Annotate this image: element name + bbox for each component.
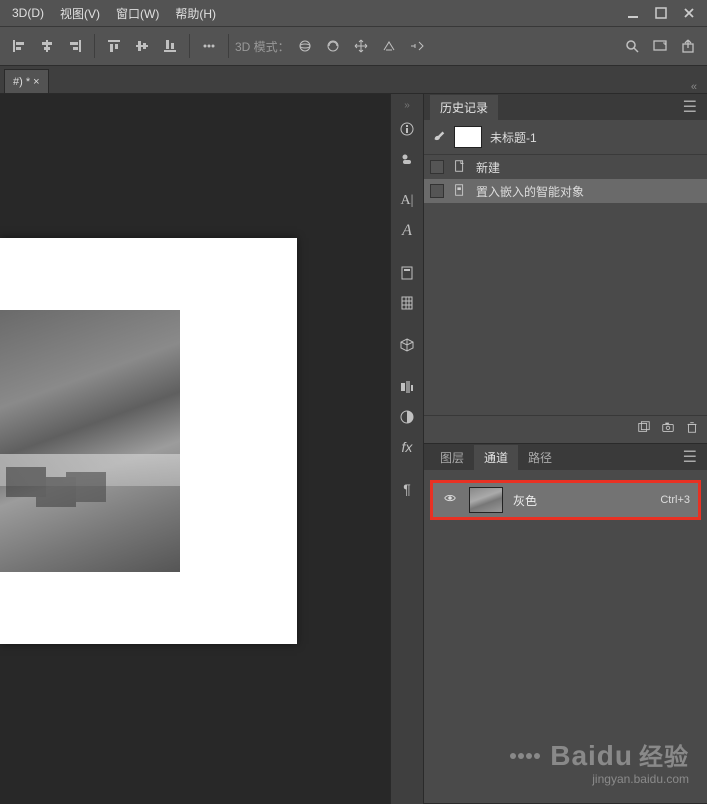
3d-mode-label: 3D 模式： (235, 38, 290, 55)
paths-tab[interactable]: 路径 (518, 445, 562, 470)
properties-panel-icon[interactable] (393, 145, 421, 173)
menu-view[interactable]: 视图(V) (52, 5, 108, 22)
paragraph-panel-icon[interactable]: A (393, 217, 421, 245)
channels-tab[interactable]: 通道 (474, 445, 518, 470)
layers-tab[interactable]: 图层 (430, 445, 474, 470)
close-button[interactable] (675, 2, 703, 24)
channels-panel-menu-icon[interactable]: ☰ (679, 447, 701, 467)
canvas-area[interactable] (0, 94, 390, 804)
new-document-icon (452, 159, 468, 176)
orbit-3d-icon[interactable] (292, 33, 318, 59)
effects-panel-icon[interactable]: fx (393, 433, 421, 461)
collapse-tabbar-icon[interactable]: « (685, 81, 703, 93)
window-controls (619, 2, 703, 24)
visibility-eye-icon[interactable] (441, 491, 459, 510)
slide-3d-icon[interactable] (376, 33, 402, 59)
menu-window[interactable]: 窗口(W) (108, 5, 167, 22)
history-item-label: 新建 (476, 159, 500, 176)
history-list: 新建 置入嵌入的智能对象 (424, 155, 707, 203)
history-state-marker[interactable] (430, 160, 444, 174)
delete-state-icon[interactable] (685, 420, 699, 439)
document-canvas[interactable] (0, 238, 297, 644)
dock-collapse-icon[interactable]: » (402, 98, 412, 113)
document-tab-title: #) * × (13, 76, 40, 88)
channel-name: 灰色 (513, 492, 537, 509)
history-brush-icon (432, 128, 446, 147)
history-thumbnail (454, 126, 482, 148)
menu-help[interactable]: 帮助(H) (167, 5, 224, 22)
history-item-label: 置入嵌入的智能对象 (476, 183, 584, 200)
distribute-vcenter-icon[interactable] (129, 33, 155, 59)
history-panel: 历史记录 ☰ 未标题-1 新建 (424, 94, 707, 444)
scale-3d-icon[interactable] (404, 33, 430, 59)
right-panels: 历史记录 ☰ 未标题-1 新建 (424, 94, 707, 804)
info-panel-icon[interactable] (393, 115, 421, 143)
adjustments-panel-icon[interactable] (393, 373, 421, 401)
panel-dock: » A| A fx ¶ (390, 94, 424, 804)
history-state-marker[interactable] (430, 184, 444, 198)
history-document-title: 未标题-1 (490, 129, 537, 146)
glyphs-panel-icon[interactable] (393, 289, 421, 317)
styles-panel-icon[interactable] (393, 403, 421, 431)
channel-shortcut: Ctrl+3 (660, 494, 690, 506)
pan-3d-icon[interactable] (348, 33, 374, 59)
search-icon[interactable] (619, 33, 645, 59)
align-right-edges-icon[interactable] (62, 33, 88, 59)
screen-mode-icon[interactable] (647, 33, 673, 59)
more-options-icon[interactable] (196, 33, 222, 59)
menu-bar: 3D(D) 视图(V) 窗口(W) 帮助(H) (0, 0, 707, 26)
watermark-brand: Baidu (550, 740, 633, 771)
paw-icon (509, 734, 541, 766)
document-tab-bar: #) * × « (0, 66, 707, 94)
minimize-button[interactable] (619, 2, 647, 24)
history-item[interactable]: 新建 (424, 155, 707, 179)
channel-row[interactable]: 灰色 Ctrl+3 (430, 480, 701, 520)
watermark-brand-cn: 经验 (639, 744, 689, 771)
character-panel-icon[interactable]: A| (393, 187, 421, 215)
options-bar: 3D 模式： (0, 26, 707, 66)
paragraph-style-icon[interactable]: ¶ (393, 475, 421, 503)
document-tab[interactable]: #) * × (4, 69, 49, 93)
create-document-from-state-icon[interactable] (637, 420, 651, 439)
channel-thumbnail (469, 487, 503, 513)
placed-image[interactable] (0, 310, 180, 572)
history-footer (424, 415, 707, 443)
maximize-button[interactable] (647, 2, 675, 24)
watermark: Baidu经验 jingyan.baidu.com (509, 737, 689, 786)
libraries-panel-icon[interactable] (393, 259, 421, 287)
share-icon[interactable] (675, 33, 701, 59)
create-snapshot-icon[interactable] (661, 420, 675, 439)
place-embedded-icon (452, 183, 468, 200)
align-horizontal-center-icon[interactable] (34, 33, 60, 59)
distribute-bottom-icon[interactable] (157, 33, 183, 59)
align-left-edges-icon[interactable] (6, 33, 32, 59)
history-item[interactable]: 置入嵌入的智能对象 (424, 179, 707, 203)
watermark-url: jingyan.baidu.com (509, 772, 689, 786)
menu-3d[interactable]: 3D(D) (4, 6, 52, 20)
3d-panel-icon[interactable] (393, 331, 421, 359)
roll-3d-icon[interactable] (320, 33, 346, 59)
distribute-top-icon[interactable] (101, 33, 127, 59)
history-panel-menu-icon[interactable]: ☰ (679, 97, 701, 117)
history-source-row[interactable]: 未标题-1 (424, 120, 707, 155)
history-tab[interactable]: 历史记录 (430, 95, 498, 120)
